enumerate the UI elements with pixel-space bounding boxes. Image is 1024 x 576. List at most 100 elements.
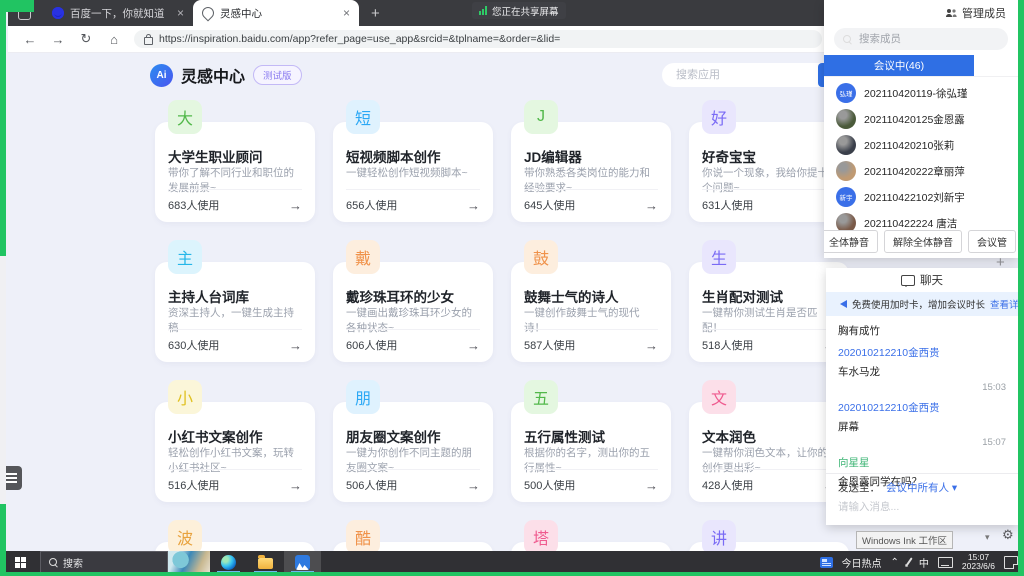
touch-keyboard-icon[interactable] xyxy=(938,557,953,568)
member-row[interactable]: 新宇 202110422102刘新宇 xyxy=(824,184,1018,210)
member-search-box[interactable] xyxy=(834,28,1008,50)
location-pin-icon xyxy=(200,5,217,22)
app-card[interactable]: 讲 xyxy=(689,520,849,551)
action-center-icon[interactable] xyxy=(1004,556,1018,569)
app-card-icon: 波 xyxy=(168,520,202,551)
gear-icon[interactable]: ⚙ xyxy=(1002,527,1014,543)
member-search-input[interactable] xyxy=(857,32,991,46)
megaphone-icon xyxy=(836,300,847,308)
manage-members-label[interactable]: 管理成员 xyxy=(962,5,1006,21)
app-card-body[interactable]: 短视频脚本创作 一键轻松创作短视频脚本~ 656人使用 → xyxy=(333,122,493,222)
chat-message: 向星星 xyxy=(838,455,1006,470)
arrow-right-icon[interactable]: → xyxy=(289,198,302,213)
news-icon[interactable] xyxy=(820,557,833,568)
app-card[interactable]: 朋 朋友圈文案创作 一键为你创作不同主题的朋友圈文案~ 506人使用 → xyxy=(333,380,493,520)
chat-notice: 免费使用加时卡，增加会议时长 查看详情 xyxy=(826,292,1018,316)
app-card[interactable]: 五 五行属性测试 根据你的名字，测出你的五行属性~ 500人使用 → xyxy=(511,380,671,520)
app-card-footer: 428人使用 → xyxy=(702,469,836,493)
arrow-right-icon[interactable]: → xyxy=(645,198,658,213)
arrow-right-icon[interactable]: → xyxy=(467,478,480,493)
app-card[interactable]: 戴 戴珍珠耳环的少女 一键画出戴珍珠耳环少女的各种状态~ 606人使用 → xyxy=(333,240,493,380)
arrow-right-icon[interactable]: → xyxy=(289,478,302,493)
app-card[interactable]: 鼓 鼓舞士气的诗人 一键创作鼓舞士气的现代诗！ 587人使用 → xyxy=(511,240,671,380)
app-search-input[interactable] xyxy=(662,63,842,87)
back-icon[interactable]: ← xyxy=(16,32,44,47)
new-tab-button[interactable]: + xyxy=(371,5,380,22)
app-card[interactable]: 塔 xyxy=(511,520,671,551)
taskbar-edge-button[interactable] xyxy=(210,551,247,573)
member-action-button[interactable]: 解除全体静音 xyxy=(884,230,962,253)
chat-message: 202010212210金西贵 xyxy=(838,400,1006,415)
app-card[interactable]: 波 xyxy=(155,520,315,551)
app-card[interactable]: 生 生肖配对测试 一键帮你测试生肖是否匹配！ 518人使用 → xyxy=(689,240,849,380)
app-card-title: 短视频脚本创作 xyxy=(346,146,441,166)
member-name: 202110420210张莉 xyxy=(864,138,954,153)
app-card[interactable]: 大 大学生职业顾问 带你了解不同行业和职位的发展前景~ 683人使用 → xyxy=(155,100,315,240)
app-card[interactable]: 文 文本润色 一键帮你润色文本，让你的创作更出彩~ 428人使用 → xyxy=(689,380,849,520)
app-card-body[interactable]: 生肖配对测试 一键帮你测试生肖是否匹配！ 518人使用 → xyxy=(689,262,849,362)
caret-down-icon[interactable]: ▾ xyxy=(985,532,990,543)
app-card-footer: 645人使用 → xyxy=(524,189,658,213)
tab-close-icon[interactable]: × xyxy=(177,7,184,19)
taskbar-clock[interactable]: 15:07 2023/6/6 xyxy=(962,553,995,571)
app-card[interactable]: 酷 xyxy=(333,520,493,551)
member-name: 202110420222章丽萍 xyxy=(864,164,965,179)
app-card-body[interactable]: 文本润色 一键帮你润色文本，让你的创作更出彩~ 428人使用 → xyxy=(689,402,849,502)
arrow-right-icon[interactable]: → xyxy=(467,198,480,213)
member-action-button[interactable]: 全体静音 xyxy=(824,230,878,253)
member-row[interactable]: 202110420222章丽萍 xyxy=(824,158,1018,184)
app-card-body[interactable]: 鼓舞士气的诗人 一键创作鼓舞士气的现代诗！ 587人使用 → xyxy=(511,262,671,362)
app-card-count: 683人使用 xyxy=(168,197,219,213)
arrow-right-icon[interactable]: → xyxy=(645,338,658,353)
app-card-body[interactable]: 大学生职业顾问 带你了解不同行业和职位的发展前景~ 683人使用 → xyxy=(155,122,315,222)
notice-link[interactable]: 查看详情 xyxy=(990,297,1018,311)
app-card-body[interactable]: 五行属性测试 根据你的名字，测出你的五行属性~ 500人使用 → xyxy=(511,402,671,502)
ime-indicator[interactable]: 中 xyxy=(919,555,929,570)
app-card-title: 朋友圈文案创作 xyxy=(346,426,441,446)
member-row[interactable]: 202110420125金恩露 xyxy=(824,106,1018,132)
member-row[interactable]: 弘瑾 202110420119-徐弘瑾 xyxy=(824,80,1018,106)
app-card[interactable]: J JD编辑器 带你熟悉各类岗位的能力和经验要求~ 645人使用 → xyxy=(511,100,671,240)
forward-icon[interactable]: → xyxy=(44,32,72,47)
app-card[interactable]: 主 主持人台词库 资深主持人，一键生成主持稿 630人使用 → xyxy=(155,240,315,380)
app-card-body[interactable]: 戴珍珠耳环的少女 一键画出戴珍珠耳环少女的各种状态~ 606人使用 → xyxy=(333,262,493,362)
chat-message: 车水马龙 xyxy=(838,364,1006,379)
arrow-right-icon[interactable]: → xyxy=(645,478,658,493)
tab-close-icon[interactable]: × xyxy=(343,7,350,19)
chevron-up-icon[interactable]: ⌃ xyxy=(891,557,899,568)
browser-tab-baidu[interactable]: 百度一下，你就知道 × xyxy=(43,0,193,26)
home-icon[interactable]: ⌂ xyxy=(100,32,128,47)
app-card[interactable]: 小 小红书文案创作 轻松创作小红书文案，玩转小红书社区~ 516人使用 → xyxy=(155,380,315,520)
taskbar-search-box[interactable]: 搜索 xyxy=(40,551,168,573)
refresh-icon[interactable]: ↻ xyxy=(72,31,100,47)
taskbar-meeting-app-button[interactable] xyxy=(284,551,321,573)
news-label[interactable]: 今日热点 xyxy=(842,555,882,570)
app-card-count: 428人使用 xyxy=(702,477,753,493)
app-card-icon: 塔 xyxy=(524,520,558,551)
arrow-right-icon[interactable]: → xyxy=(467,338,480,353)
browser-tab-inspiration[interactable]: 灵感中心 × xyxy=(193,0,359,26)
plus-icon[interactable]: + xyxy=(996,254,1005,271)
windows-ink-icon[interactable] xyxy=(905,557,912,566)
app-card-body[interactable]: 主持人台词库 资深主持人，一键生成主持稿 630人使用 → xyxy=(155,262,315,362)
app-card-body[interactable]: JD编辑器 带你熟悉各类岗位的能力和经验要求~ 645人使用 → xyxy=(511,122,671,222)
chat-input[interactable] xyxy=(838,501,988,513)
app-card-count: 587人使用 xyxy=(524,337,575,353)
share-banner-text: 您正在共享屏幕 xyxy=(492,4,559,18)
app-card-body[interactable]: 朋友圈文案创作 一键为你创作不同主题的朋友圈文案~ 506人使用 → xyxy=(333,402,493,502)
chat-title: 聊天 xyxy=(920,272,943,288)
arrow-right-icon[interactable]: → xyxy=(289,338,302,353)
edge-icon xyxy=(221,555,236,570)
start-button[interactable] xyxy=(0,551,40,573)
search-highlight-image[interactable] xyxy=(168,551,210,573)
chat-message: 202010212210金西贵 xyxy=(838,345,1006,360)
app-card-grid: 大 大学生职业顾问 带你了解不同行业和职位的发展前景~ 683人使用 → 短 短… xyxy=(155,100,849,551)
tab-in-meeting[interactable]: 会议中(46) xyxy=(824,55,974,76)
taskbar-explorer-button[interactable] xyxy=(247,551,284,573)
url-bar[interactable]: https://inspiration.baidu.com/app?refer_… xyxy=(134,30,822,48)
send-to-selector[interactable]: 会议中所有人 ▾ xyxy=(886,480,957,495)
app-card-body[interactable]: 小红书文案创作 轻松创作小红书文案，玩转小红书社区~ 516人使用 → xyxy=(155,402,315,502)
member-action-button[interactable]: 会议管 xyxy=(968,230,1016,253)
member-row[interactable]: 202110420210张莉 xyxy=(824,132,1018,158)
app-card[interactable]: 短 短视频脚本创作 一键轻松创作短视频脚本~ 656人使用 → xyxy=(333,100,493,240)
